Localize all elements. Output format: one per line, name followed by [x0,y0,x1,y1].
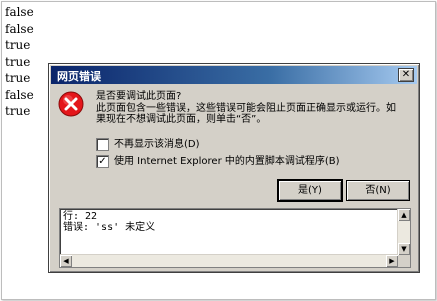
scroll-corner [398,255,410,267]
console-line: false [5,87,34,102]
vertical-scrollbar[interactable]: ▲ ▼ [397,209,410,255]
error-detail-box[interactable]: 行: 22 错误: 'ss' 未定义 ▲ ▼ ◀ ▶ [59,208,411,268]
horizontal-scrollbar[interactable]: ◀ ▶ [60,254,398,267]
console-line: false [5,21,34,36]
dont-show-checkbox[interactable] [96,138,109,151]
console-line: true [5,104,31,118]
console-line: true [5,54,31,69]
console-line: false [5,5,34,19]
use-debugger-label: 使用 Internet Explorer 中的内置脚本调试程序(B) [114,156,340,167]
error-dialog: 网页错误 ✕ 是否要调试此页面? 此页面包含一些错误，这些错误可能会阻止页面正确… [48,63,420,273]
error-message: 是否要调试此页面? 此页面包含一些错误，这些错误可能会阻止页面正确显示或运行。如… [96,91,412,126]
close-icon: ✕ [401,69,411,80]
console-line: true [5,71,31,85]
message-question: 是否要调试此页面? [96,91,182,102]
dialog-title: 网页错误 [57,70,101,83]
scroll-down-icon[interactable]: ▼ [398,243,410,255]
message-body: 此页面包含一些错误，这些错误可能会阻止页面正确显示或运行。如 [96,102,396,114]
dont-show-label: 不再显示该消息(D) [114,139,200,150]
no-button[interactable]: 否(N) [346,180,410,201]
close-button[interactable]: ✕ [398,68,414,82]
console-line: true [5,38,31,52]
scroll-right-icon[interactable]: ▶ [386,255,398,267]
message-body-cont: 果现在不想调试此页面，则单击“否”。 [96,114,267,125]
scroll-up-icon[interactable]: ▲ [398,209,410,221]
error-line-number: 行: 22 [63,211,98,222]
dont-show-option[interactable]: 不再显示该消息(D) [96,138,200,151]
console-output: false false true true true false true [5,4,34,120]
error-icon [58,91,84,117]
scroll-left-icon[interactable]: ◀ [60,255,72,267]
dialog-titlebar[interactable]: 网页错误 ✕ [51,66,417,84]
yes-button[interactable]: 是(Y) [277,179,343,202]
error-description: 错误: 'ss' 未定义 [63,222,156,233]
use-debugger-checkbox[interactable]: ✓ [96,155,109,168]
error-detail-text: 行: 22 错误: 'ss' 未定义 [63,211,155,233]
use-debugger-option[interactable]: ✓ 使用 Internet Explorer 中的内置脚本调试程序(B) [96,155,340,168]
